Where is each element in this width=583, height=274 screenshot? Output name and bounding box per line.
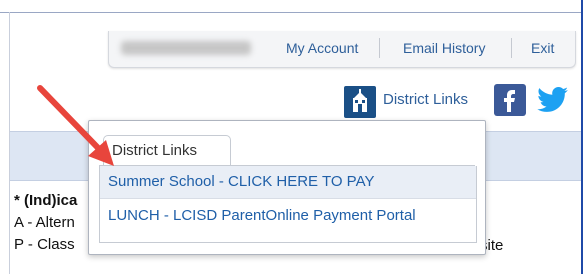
top-nav-bar: My Account Email History Exit (108, 31, 576, 68)
exit-link[interactable]: Exit (531, 40, 554, 56)
my-account-link[interactable]: My Account (286, 40, 358, 56)
legend-text: * (Ind)ica A - Altern P - Class (14, 190, 77, 256)
district-links-toggle[interactable]: District Links (383, 91, 468, 108)
lunch-payment-link-label: LUNCH - LCISD ParentOnline Payment Porta… (108, 207, 416, 224)
twitter-icon[interactable] (535, 84, 571, 116)
nav-separator (379, 38, 380, 58)
email-history-link[interactable]: Email History (403, 40, 485, 56)
lunch-payment-link[interactable]: LUNCH - LCISD ParentOnline Payment Porta… (100, 200, 476, 232)
legend-line-alternate: A - Altern (14, 214, 75, 231)
dropdown-tab-label: District Links (112, 142, 198, 159)
window-top-border (0, 0, 583, 13)
summer-school-link[interactable]: Summer School - CLICK HERE TO PAY (100, 166, 476, 199)
summer-school-link-label: Summer School - CLICK HERE TO PAY (108, 173, 375, 190)
legend-line-class: P - Class (14, 236, 75, 253)
facebook-icon[interactable] (494, 84, 526, 116)
school-building-icon[interactable] (344, 86, 376, 118)
district-links-dropdown: District Links Summer School - CLICK HER… (88, 120, 486, 255)
nav-separator (511, 38, 512, 58)
legend-line-indicator: * (Ind)ica (14, 192, 78, 209)
dropdown-tab[interactable]: District Links (103, 135, 231, 166)
redacted-username (121, 41, 251, 55)
dropdown-list: Summer School - CLICK HERE TO PAY LUNCH … (99, 166, 477, 243)
